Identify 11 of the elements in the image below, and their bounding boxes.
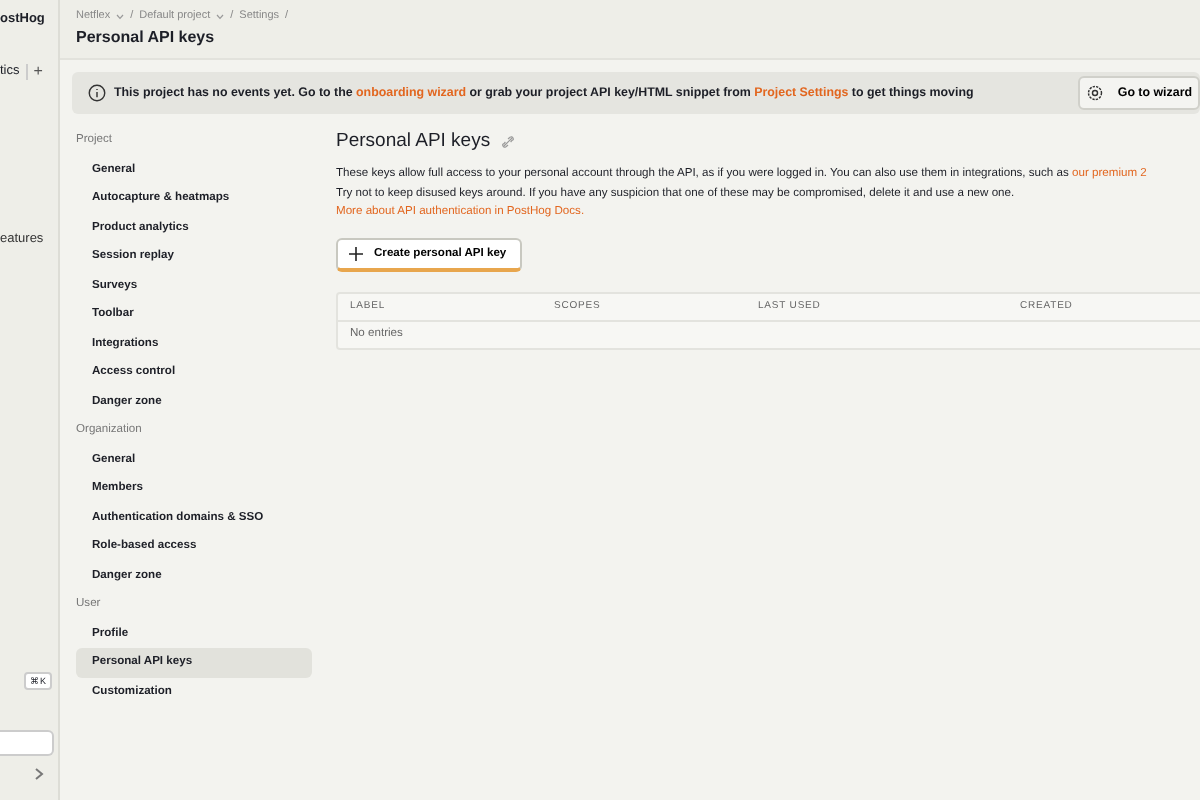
info-icon <box>88 84 106 102</box>
input-field[interactable] <box>0 730 54 756</box>
chevron-icon[interactable] <box>34 768 44 780</box>
chevron-down-icon[interactable] <box>116 13 125 19</box>
chevron-down-icon[interactable] <box>216 13 225 19</box>
add-tab-button[interactable]: + <box>33 62 43 80</box>
link-icon[interactable] <box>502 135 515 147</box>
section-title: Personal API keys <box>336 130 491 152</box>
gear-icon <box>1085 84 1104 102</box>
page-title: Personal API keys <box>76 28 217 46</box>
plus-icon <box>348 245 364 261</box>
